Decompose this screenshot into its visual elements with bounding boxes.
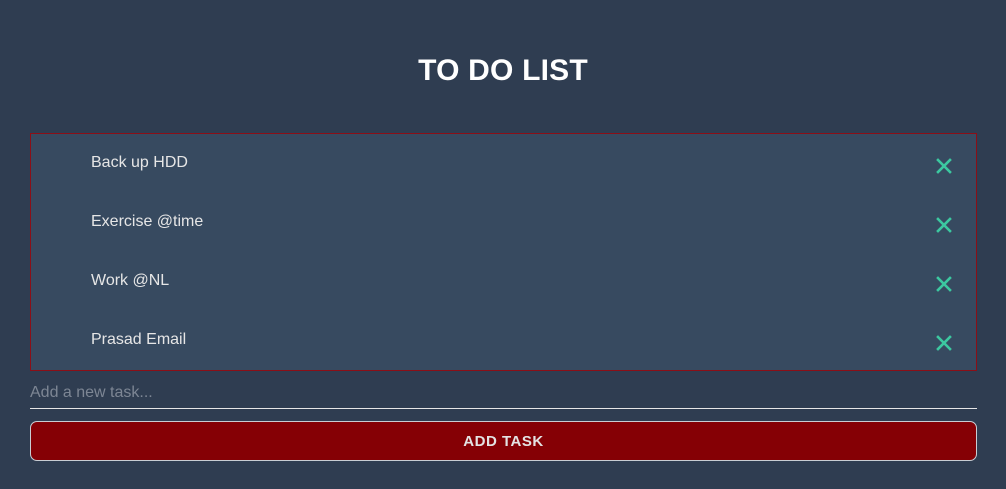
page-title: TO DO LIST	[418, 54, 588, 87]
delete-task-button[interactable]	[934, 274, 954, 294]
list-item: Work @NL	[31, 252, 976, 311]
list-item: Prasad Email	[31, 311, 976, 370]
close-icon	[936, 335, 952, 351]
new-task-input[interactable]	[30, 378, 977, 409]
close-icon	[936, 158, 952, 174]
close-icon	[936, 217, 952, 233]
task-label: Prasad Email	[91, 331, 187, 348]
task-label: Work @NL	[91, 272, 170, 289]
delete-task-button[interactable]	[934, 156, 954, 176]
list-item: Exercise @time	[31, 193, 976, 252]
list-item: Back up HDD	[31, 134, 976, 193]
close-icon	[936, 276, 952, 292]
add-task-button[interactable]: ADD TASK	[30, 421, 977, 461]
delete-task-button[interactable]	[934, 333, 954, 353]
task-label: Back up HDD	[91, 154, 188, 171]
task-list: Back up HDD Exercise @time Work @NL Pras…	[30, 133, 977, 371]
delete-task-button[interactable]	[934, 215, 954, 235]
task-label: Exercise @time	[91, 213, 204, 230]
